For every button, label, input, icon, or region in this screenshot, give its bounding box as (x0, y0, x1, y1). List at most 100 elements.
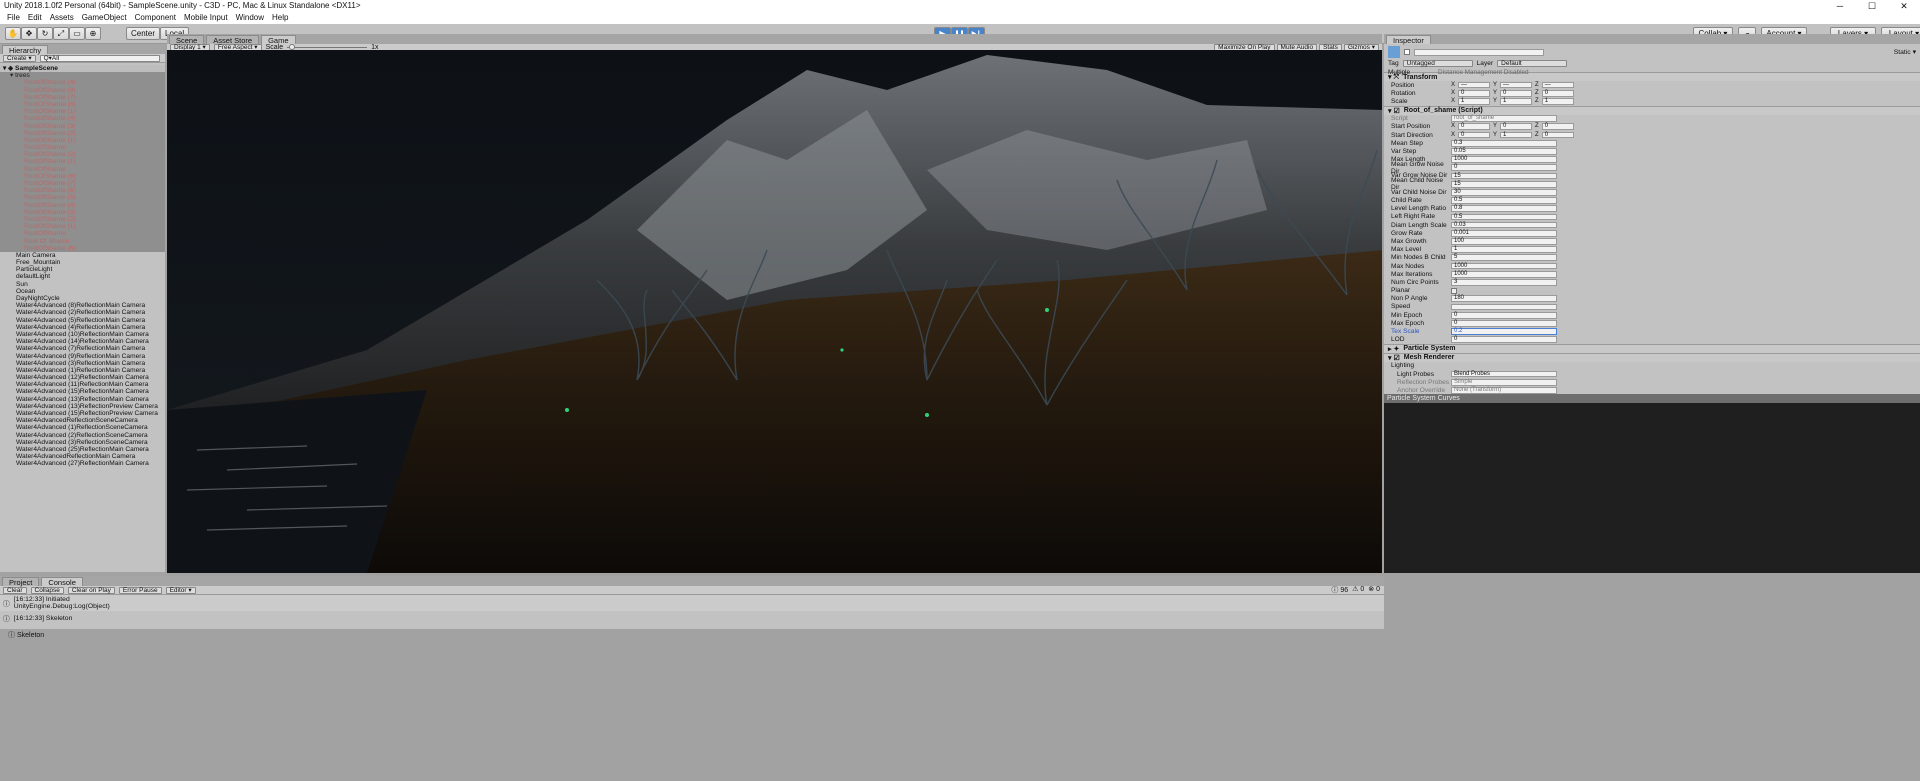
hierarchy-item[interactable]: Free_Mountain (0, 259, 165, 266)
mean-grow-noise-dir-field[interactable]: 0 (1451, 164, 1557, 172)
hierarchy-item[interactable]: Water4Advanced (2)ReflectionSceneCamera (0, 432, 165, 439)
hierarchy-item[interactable]: Water4Advanced (5)ReflectionMain Camera (0, 317, 165, 324)
scale-slider-thumb[interactable] (289, 43, 296, 50)
layer-select[interactable]: Default (1497, 60, 1568, 67)
hierarchy-item[interactable]: defaultLight (0, 273, 165, 280)
speed-field[interactable] (1451, 303, 1557, 311)
hierarchy-item[interactable]: Water4Advanced (15)ReflectionPreview Cam… (0, 410, 165, 417)
scene-root[interactable]: ▾ ◈ SampleScene (0, 65, 165, 73)
hierarchy-item[interactable]: Water4Advanced (27)ReflectionMain Camera (0, 460, 165, 467)
anchor-override-field[interactable]: None (Transform) (1451, 387, 1557, 394)
hierarchy-item[interactable]: Water4Advanced (11)ReflectionMain Camera (0, 381, 165, 388)
collapse-button[interactable]: Collapse (30, 586, 64, 594)
position-x-field[interactable]: — (1458, 81, 1491, 89)
lighting-row[interactable]: Lighting (1384, 362, 1920, 370)
menu-window[interactable]: Window (232, 12, 268, 24)
position-y-field[interactable]: — (1500, 81, 1533, 89)
hierarchy-item-tree[interactable]: RootOfShame (4) (0, 201, 165, 209)
mean-step-field[interactable]: 0.3 (1451, 139, 1557, 147)
diam-length-scale-field[interactable]: 0.03 (1451, 221, 1557, 229)
max-length-field[interactable]: 1000 (1451, 156, 1557, 163)
child-rate-field[interactable]: 0.5 (1451, 197, 1557, 204)
hand-tool-icon[interactable]: ✋ (5, 27, 21, 40)
log-count-toggle[interactable]: ⓘ 96 (1331, 585, 1348, 595)
hierarchy-item-tree[interactable]: Root Of Shame (0, 237, 165, 245)
hierarchy-tree[interactable]: ▾ ◈ SampleScene ▾ trees RootOfShame (4) R… (0, 65, 165, 572)
particle-system-curves-area[interactable] (1384, 403, 1920, 573)
menu-assets[interactable]: Assets (46, 12, 78, 24)
start-position-y-field[interactable]: 0 (1500, 123, 1533, 131)
clear-on-play-button[interactable]: Clear on Play (67, 586, 115, 594)
hierarchy-item-tree[interactable]: RootOfShame (6) (0, 244, 165, 252)
max-nodes-field[interactable]: 1000 (1451, 262, 1557, 270)
hierarchy-item[interactable]: Water4Advanced (3)ReflectionSceneCamera (0, 439, 165, 446)
transform-tool-icon[interactable]: ⊕ (85, 27, 101, 40)
hierarchy-item-tree[interactable]: RootOfShame (1) (0, 158, 165, 166)
close-button[interactable]: ✕ (1888, 0, 1920, 12)
num-circ-points-field[interactable]: 3 (1451, 279, 1557, 286)
maximize-button[interactable]: ☐ (1856, 0, 1888, 12)
scale-x-field[interactable]: 1 (1458, 98, 1491, 105)
hierarchy-item[interactable]: Water4AdvancedReflectionSceneCamera (0, 417, 165, 424)
tag-select[interactable]: Untagged (1402, 60, 1473, 67)
script-field[interactable]: root_of_shame (1451, 115, 1557, 123)
scale-slider[interactable] (287, 43, 368, 50)
warning-count-toggle[interactable]: ⚠ 0 (1352, 585, 1364, 595)
tab-asset-store[interactable]: Asset Store (206, 35, 260, 45)
hierarchy-item[interactable]: Water4Advanced (3)ReflectionMain Camera (0, 360, 165, 367)
menu-gameobject[interactable]: GameObject (78, 12, 131, 24)
hierarchy-item-tree[interactable]: RootOfShame (9) (0, 86, 165, 94)
particle-system-header[interactable]: ▸ ✦ Particle System (1384, 343, 1920, 353)
rect-tool-icon[interactable]: ▭ (69, 27, 85, 40)
hierarchy-item-tree[interactable]: RootOfShame (0, 230, 165, 238)
hierarchy-item-tree[interactable]: RootOfShame (7) (0, 93, 165, 101)
max-level-field[interactable]: 1 (1451, 246, 1557, 254)
scale-tool-icon[interactable]: ⤢ (53, 27, 69, 40)
menu-component[interactable]: Component (131, 12, 180, 24)
hierarchy-item[interactable]: Water4Advanced (25)ReflectionMain Camera (0, 446, 165, 453)
tab-hierarchy[interactable]: Hierarchy (2, 45, 49, 55)
hierarchy-item[interactable]: Sun (0, 281, 165, 288)
error-pause-button[interactable]: Error Pause (118, 586, 162, 594)
lod-field[interactable]: 0 (1451, 336, 1557, 344)
hierarchy-item[interactable]: Water4Advanced (2)ReflectionMain Camera (0, 309, 165, 316)
hierarchy-item-tree[interactable]: RootOfShame (6) (0, 100, 165, 109)
min-nodes-b-child-field[interactable]: 5 (1451, 254, 1557, 262)
hierarchy-item[interactable]: Water4Advanced (9)ReflectionMain Camera (0, 353, 165, 360)
var-grow-noise-dir-field[interactable]: 15 (1451, 172, 1557, 180)
var-child-noise-dir-field[interactable]: 30 (1451, 188, 1557, 196)
hierarchy-item-tree[interactable]: RootOfShame (7) (0, 180, 165, 188)
hierarchy-item-tree[interactable]: RootOfShame (1) (0, 108, 165, 116)
rotate-tool-icon[interactable]: ↻ (37, 27, 53, 40)
start-position-z-field[interactable]: 0 (1541, 123, 1574, 131)
static-dropdown[interactable]: Static ▾ (1894, 48, 1916, 56)
editor-dropdown[interactable]: Editor ▾ (165, 586, 196, 594)
hierarchy-item-tree[interactable]: RootOfShame (1) (0, 223, 165, 231)
hierarchy-item-tree[interactable]: RootOfShame (4) (0, 115, 165, 123)
hierarchy-item-tree[interactable]: RootOfShame (5) (0, 194, 165, 202)
game-viewport[interactable] (167, 50, 1382, 573)
hierarchy-item[interactable]: Water4Advanced (4)ReflectionMain Camera (0, 324, 165, 331)
script-component-header[interactable]: ▾ ☑ Root_of_shame (Script) (1384, 105, 1920, 115)
hierarchy-item[interactable]: Water4Advanced (10)ReflectionMain Camera (0, 331, 165, 338)
tab-inspector[interactable]: Inspector (1386, 35, 1431, 45)
level-length-ratio-field[interactable]: 0.8 (1451, 205, 1557, 213)
start-direction-x-field[interactable]: 0 (1458, 131, 1491, 139)
start-direction-y-field[interactable]: 1 (1500, 131, 1533, 139)
hierarchy-item[interactable]: Water4Advanced (8)ReflectionMain Camera (0, 302, 165, 309)
tab-project[interactable]: Project (2, 577, 40, 587)
pivot-center-button[interactable]: Center (126, 27, 161, 40)
hierarchy-item-tree[interactable]: RootOfShame (3) (0, 122, 165, 130)
menu-help[interactable]: Help (268, 12, 292, 24)
log-entry[interactable]: ⓘ [16:12:33] Skeleton (0, 611, 1384, 625)
mesh-renderer-header[interactable]: ▾ ☑ Mesh Renderer (1384, 352, 1920, 362)
hierarchy-item-tree[interactable]: RootOfShame (3) (0, 208, 165, 216)
log-entry[interactable]: ⓘ [16:12:33] Initiated UnityEngine.Debug:… (0, 595, 1384, 611)
menu-edit[interactable]: Edit (24, 12, 46, 24)
minimize-button[interactable]: ─ (1824, 0, 1856, 12)
hierarchy-item[interactable]: Water4Advanced (13)ReflectionMain Camera (0, 396, 165, 403)
max-growth-field[interactable]: 100 (1451, 238, 1557, 245)
rotation-z-field[interactable]: 0 (1541, 89, 1574, 97)
mean-child-noise-dir-field[interactable]: 15 (1451, 180, 1557, 188)
hierarchy-item-tree[interactable]: RootOfShame (2) (0, 151, 165, 159)
